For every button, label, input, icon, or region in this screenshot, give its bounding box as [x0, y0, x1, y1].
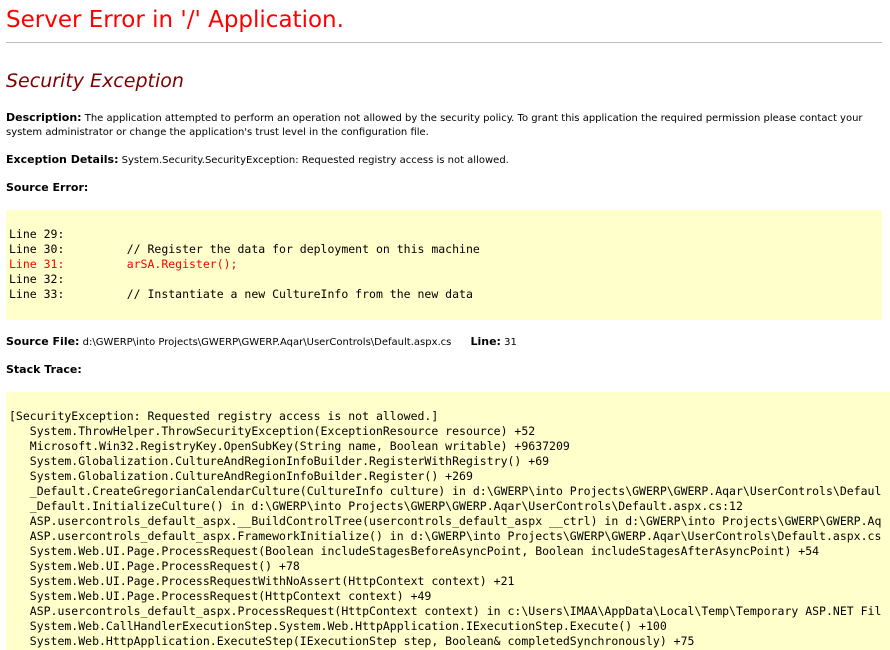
- exception-details-text: System.Security.SecurityException: Reque…: [118, 155, 509, 166]
- stack-frame: System.ThrowHelper.ThrowSecurityExceptio…: [9, 424, 536, 438]
- stack-frame: System.Web.UI.Page.ProcessRequest(HttpCo…: [9, 589, 432, 603]
- description-label: Description:: [6, 111, 82, 124]
- source-line: Line 29:: [9, 227, 65, 241]
- stack-frame: System.Globalization.CultureAndRegionInf…: [9, 469, 473, 483]
- title-divider: [6, 42, 882, 43]
- stack-frame: System.Web.UI.Page.ProcessRequest() +78: [9, 559, 300, 573]
- source-error-label: Source Error:: [6, 181, 89, 194]
- stack-frame: ASP.usercontrols_default_aspx.__BuildCon…: [9, 514, 882, 528]
- source-line-error: Line 31: arSA.Register();: [9, 257, 238, 271]
- stack-frame: System.Web.UI.Page.ProcessRequestWithNoA…: [9, 574, 515, 588]
- source-line: Line 32:: [9, 272, 65, 286]
- stack-trace-code-box: [SecurityException: Requested registry a…: [6, 392, 890, 650]
- exception-details: Exception Details: System.Security.Secur…: [6, 153, 509, 168]
- exception-type-title: Security Exception: [6, 70, 184, 92]
- source-file-row: Source File: d:\GWERP\into Projects\GWER…: [6, 335, 517, 350]
- stack-trace-label: Stack Trace:: [6, 363, 82, 376]
- source-line-label: Line:: [470, 335, 501, 348]
- source-line-number: 31: [500, 337, 517, 348]
- stack-frame: ASP.usercontrols_default_aspx.ProcessReq…: [9, 604, 882, 618]
- stack-trace-heading: Stack Trace:: [6, 363, 82, 378]
- source-error-code-box: Line 29: Line 30: // Register the data fo…: [6, 210, 882, 320]
- stack-frame: _Default.InitializeCulture() in d:\GWERP…: [9, 499, 743, 513]
- stack-trace-exception: [SecurityException: Requested registry a…: [9, 409, 439, 423]
- stack-frame: ASP.usercontrols_default_aspx.FrameworkI…: [9, 529, 882, 543]
- stack-frame: Microsoft.Win32.RegistryKey.OpenSubKey(S…: [9, 439, 570, 453]
- page-title: Server Error in '/' Application.: [6, 7, 344, 33]
- source-line: Line 33: // Instantiate a new CultureInf…: [9, 287, 473, 301]
- description-text: The application attempted to perform an …: [6, 113, 863, 138]
- source-file-label: Source File:: [6, 335, 80, 348]
- source-line: Line 30: // Register the data for deploy…: [9, 242, 480, 256]
- stack-frame: _Default.CreateGregorianCalendarCulture(…: [9, 484, 882, 498]
- source-file-path: d:\GWERP\into Projects\GWERP\GWERP.Aqar\…: [79, 337, 452, 348]
- stack-frame: System.Globalization.CultureAndRegionInf…: [9, 454, 550, 468]
- stack-frame: System.Web.UI.Page.ProcessRequest(Boolea…: [9, 544, 820, 558]
- source-error-heading: Source Error:: [6, 181, 88, 196]
- exception-details-label: Exception Details:: [6, 153, 119, 166]
- stack-frame: System.Web.HttpApplication.ExecuteStep(I…: [9, 634, 695, 648]
- stack-frame: System.Web.CallHandlerExecutionStep.Syst…: [9, 619, 667, 633]
- description: Description: The application attempted t…: [6, 111, 882, 140]
